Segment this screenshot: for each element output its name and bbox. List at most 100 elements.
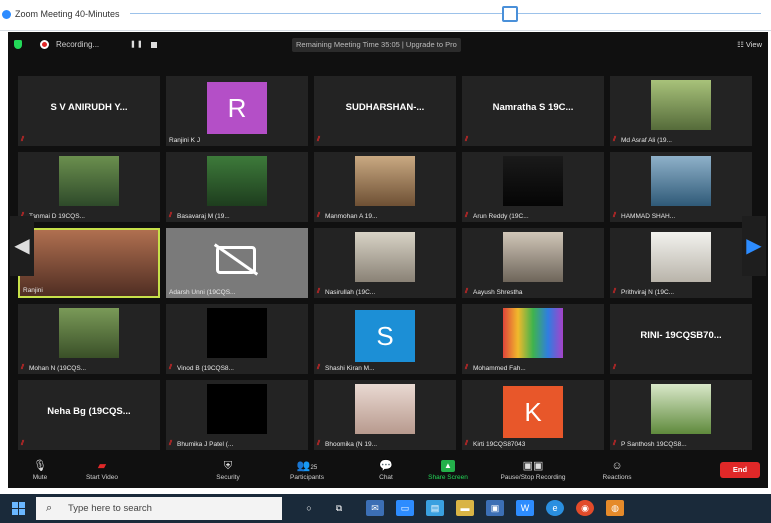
pause-stop-recording-button[interactable]: ▣▣ Pause/Stop Recording — [492, 456, 574, 488]
participants-count: 25 — [310, 465, 318, 471]
window-titlebar: Zoom Meeting 40-Minutes — [0, 0, 771, 31]
participant-tile[interactable]: RINI- 19CQSB70... ⫽ — [610, 304, 752, 374]
chrome-icon[interactable]: ◉ — [576, 500, 594, 516]
participant-tile[interactable]: S V ANIRUDH Y... ⫽ — [18, 76, 160, 146]
restore-window-icon[interactable] — [502, 6, 518, 22]
participant-tile[interactable]: ⫽ P Santhosh 19CQS8... — [610, 380, 752, 450]
cortana-icon[interactable]: ○ — [300, 500, 318, 516]
participant-name: RINI- 19CQSB70... — [640, 330, 722, 341]
profile-photo — [651, 384, 711, 434]
participant-tile[interactable]: Ranjini — [18, 228, 160, 298]
taskbar-search-box[interactable]: ⌕ Type here to search — [36, 497, 282, 520]
muted-mic-icon: ⫽ — [465, 440, 469, 447]
windows-taskbar: ⌕ Type here to search ○ ⧉ ✉ ▭ ▤ ▬ ▣ W e … — [0, 494, 771, 523]
task-view-icon[interactable]: ⧉ — [330, 500, 348, 516]
participant-tile[interactable]: ⫽ Vinod B (19CQS8... — [166, 304, 308, 374]
participant-tile[interactable]: ⫽ HAMMAD SHAH... — [610, 152, 752, 222]
profile-photo — [207, 156, 267, 206]
participant-tile[interactable]: Neha Bg (19CQS... ⫽ — [18, 380, 160, 450]
participant-tile[interactable]: Namratha S 19C... ⫽ — [462, 76, 604, 146]
muted-mic-icon: ⫽ — [21, 440, 25, 447]
muted-mic-icon: ⫽ — [613, 212, 617, 219]
participant-caption: Mohan N (19CQS... — [29, 365, 87, 372]
profile-photo — [355, 384, 415, 434]
start-video-button[interactable]: ▰ Start Video — [78, 456, 126, 488]
participant-caption: Arun Reddy (19C... — [473, 213, 529, 220]
participant-tile[interactable]: S ⫽ Shashi Kiran M... — [314, 304, 456, 374]
participant-caption: HAMMAD SHAH... — [621, 213, 676, 220]
muted-mic-icon: ⫽ — [613, 440, 617, 447]
smiley-icon: ☺ — [611, 460, 623, 472]
photos-icon[interactable]: ▣ — [486, 500, 504, 516]
search-placeholder: Type here to search — [68, 503, 152, 514]
participant-tile[interactable]: K ⫽ Kirti 19CQS87043 — [462, 380, 604, 450]
participants-icon: 👥25 — [296, 460, 318, 472]
chat-bubble-icon: 💬 — [379, 460, 393, 472]
participant-tile[interactable]: ⫽ Nasirullah (19C... — [314, 228, 456, 298]
participant-grid: S V ANIRUDH Y... ⫽ R Ranjini K J SUDHARSHAN-… — [18, 76, 756, 452]
firefox-icon[interactable]: ◍ — [606, 500, 624, 516]
share-screen-button[interactable]: ▲ Share Screen — [420, 456, 476, 488]
mute-label: Mute — [32, 474, 48, 481]
chat-label: Chat — [379, 474, 393, 481]
participant-caption: Ranjini K J — [169, 137, 201, 144]
reactions-button[interactable]: ☺ Reactions — [594, 456, 640, 488]
participant-tile[interactable]: ⫽ Mohan N (19CQS... — [18, 304, 160, 374]
recording-label: Recording... — [56, 40, 100, 49]
participant-tile[interactable]: ⫽ Aayush Shrestha — [462, 228, 604, 298]
start-video-label: Start Video — [85, 474, 119, 481]
end-meeting-button[interactable]: End — [720, 462, 760, 478]
participant-caption: Ranjini — [23, 287, 43, 294]
participant-caption: Tanmai D 19CQS... — [29, 213, 85, 220]
file-explorer-icon[interactable]: ▬ — [456, 500, 474, 516]
participant-tile[interactable]: ⫽ Bhoomika (N 19... — [314, 380, 456, 450]
edge-icon[interactable]: e — [546, 500, 564, 516]
remaining-time-banner[interactable]: Remaining Meeting Time 35:05 | Upgrade t… — [292, 38, 461, 52]
participant-tile[interactable]: ⫽ Prithviraj N (19C... — [610, 228, 752, 298]
muted-mic-icon: ⫽ — [169, 440, 173, 447]
microphone-icon: 🎙 — [33, 460, 47, 472]
participant-tile[interactable]: SUDHARSHAN-... ⫽ — [314, 76, 456, 146]
profile-photo — [651, 156, 711, 206]
stop-recording-icon[interactable] — [151, 42, 157, 48]
avatar-letter: S — [355, 310, 415, 362]
participant-tile[interactable]: ⫽Tanmai D 19CQS... — [18, 152, 160, 222]
zoom-taskbar-icon[interactable]: ▭ — [396, 500, 414, 516]
window-title: Zoom Meeting 40-Minutes — [15, 9, 120, 19]
muted-mic-icon: ⫽ — [317, 212, 321, 219]
participants-button[interactable]: 👥25 Participants — [280, 456, 334, 488]
participant-tile[interactable]: ⫽ Bhumika J Patel (... — [166, 380, 308, 450]
participant-name: Namratha S 19C... — [492, 102, 574, 113]
mute-button[interactable]: 🎙 Mute — [22, 456, 58, 488]
next-page-arrow-icon[interactable]: ▶ — [742, 216, 766, 276]
word-icon[interactable]: W — [516, 500, 534, 516]
participant-tile[interactable]: ⫽ Arun Reddy (19C... — [462, 152, 604, 222]
participant-tile[interactable]: ⫽ Basavaraj M (19... — [166, 152, 308, 222]
titlebar-divider — [130, 13, 761, 14]
chat-button[interactable]: 💬 Chat — [368, 456, 404, 488]
participant-tile[interactable]: ⫽ Mohammed Fah... — [462, 304, 604, 374]
mail-icon[interactable]: ✉ — [366, 500, 384, 516]
security-shield-icon[interactable] — [14, 40, 22, 49]
muted-mic-icon: ⫽ — [317, 288, 321, 295]
meeting-topbar: Recording... ❚❚ Remaining Meeting Time 3… — [8, 32, 768, 58]
store-icon[interactable]: ▤ — [426, 500, 444, 516]
participant-tile[interactable]: Adarsh Unni (19CQS... — [166, 228, 308, 298]
participant-name: Neha Bg (19CQS... — [47, 406, 131, 417]
participant-caption: Bhumika J Patel (... — [177, 441, 234, 448]
view-button[interactable]: ☷ View — [737, 40, 762, 49]
participant-tile[interactable]: ⫽ Md Asraf Ali (19... — [610, 76, 752, 146]
participant-caption: Adarsh Unni (19CQS... — [169, 289, 236, 296]
participant-caption: Basavaraj M (19... — [177, 213, 230, 220]
participant-tile[interactable]: ⫽ Manmohan A 19... — [314, 152, 456, 222]
participant-tile[interactable]: R Ranjini K J — [166, 76, 308, 146]
participant-caption: Vinod B (19CQS8... — [177, 365, 234, 372]
windows-start-icon[interactable] — [12, 502, 26, 516]
muted-mic-icon: ⫽ — [317, 136, 321, 143]
pause-recording-icon[interactable]: ❚❚ — [130, 40, 144, 48]
previous-page-arrow-icon[interactable]: ◀ — [10, 216, 34, 276]
security-button[interactable]: ⛨ Security — [206, 456, 250, 488]
participant-caption: Bhoomika (N 19... — [325, 441, 378, 448]
profile-photo — [503, 156, 563, 206]
reactions-label: Reactions — [602, 474, 632, 481]
